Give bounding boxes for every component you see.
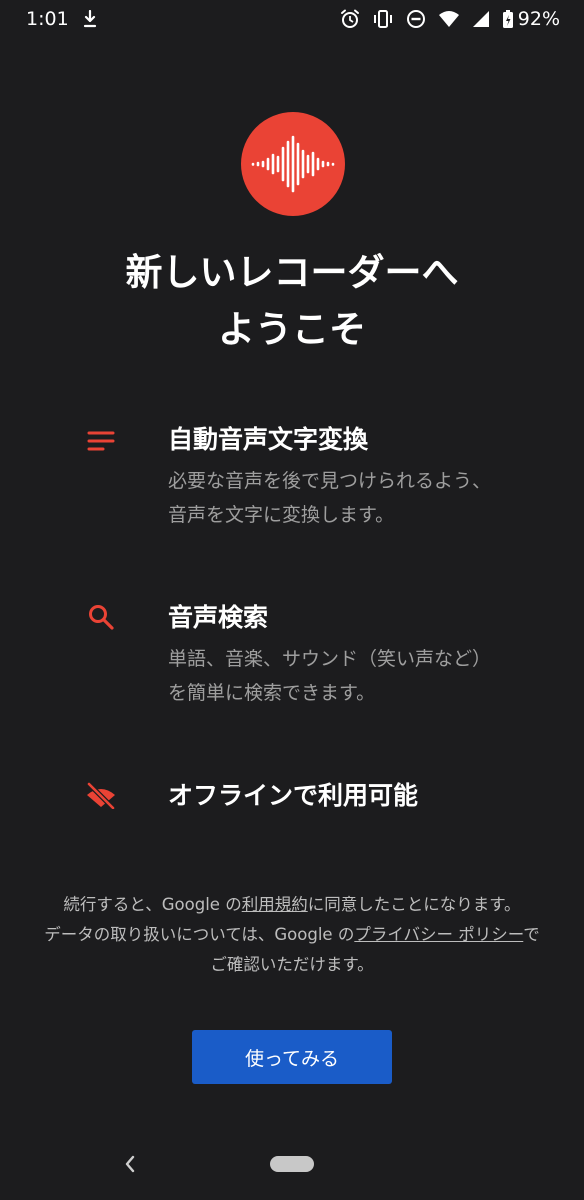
welcome-title-line2: ようこそ — [218, 308, 366, 351]
terms-text: で — [523, 925, 540, 944]
terms-line1: 続行すると、Google の利用規約に同意したことになります。 — [0, 890, 584, 920]
feature-description: 単語、音楽、サウンド（笑い声など）を簡単に検索できます。 — [168, 648, 492, 704]
battery-charging-icon — [502, 9, 514, 29]
signal-icon — [472, 10, 490, 28]
vibrate-icon — [372, 9, 394, 29]
feature-title: オフラインで利用可能 — [168, 781, 419, 810]
feature-description: 必要な音声を後で見つけられるよう、音声を文字に変換します。 — [168, 470, 492, 526]
terms-line3: ご確認いただけます。 — [210, 955, 374, 974]
terms-of-service-link[interactable]: 利用規約 — [242, 895, 308, 914]
lines-transcript-icon — [84, 424, 118, 458]
status-bar: 1:01 92% — [0, 0, 584, 38]
download-notification-icon — [83, 10, 97, 28]
offline-cloud-off-icon — [84, 778, 118, 812]
nav-home-pill[interactable] — [270, 1156, 314, 1172]
feature-title: 自動音声文字変換 — [168, 425, 369, 454]
terms-notice: 続行すると、Google の利用規約に同意したことになります。 データの取り扱い… — [0, 890, 584, 980]
feature-title: 音声検索 — [168, 603, 269, 632]
status-time: 1:01 — [26, 8, 69, 30]
get-started-button[interactable]: 使ってみる — [192, 1030, 392, 1084]
recorder-logo — [241, 112, 345, 216]
terms-text: に同意したことになります。 — [307, 895, 521, 914]
terms-line2: データの取り扱いについては、Google のプライバシー ポリシーで — [0, 920, 584, 950]
terms-text: データの取り扱いについては、Google の — [44, 925, 355, 944]
wifi-icon — [438, 10, 460, 28]
welcome-title: 新しいレコーダーへ ようこそ — [0, 244, 584, 358]
terms-text: 続行すると、Google の — [63, 895, 242, 914]
alarm-icon — [340, 9, 360, 29]
nav-back-icon[interactable] — [118, 1148, 142, 1180]
do-not-disturb-icon — [406, 9, 426, 29]
search-icon — [84, 600, 118, 634]
audio-waveform-icon — [251, 135, 335, 193]
battery-percent: 92% — [517, 8, 560, 30]
welcome-title-line1: 新しいレコーダーへ — [125, 251, 459, 294]
privacy-policy-link[interactable]: プライバシー ポリシー — [354, 925, 523, 944]
